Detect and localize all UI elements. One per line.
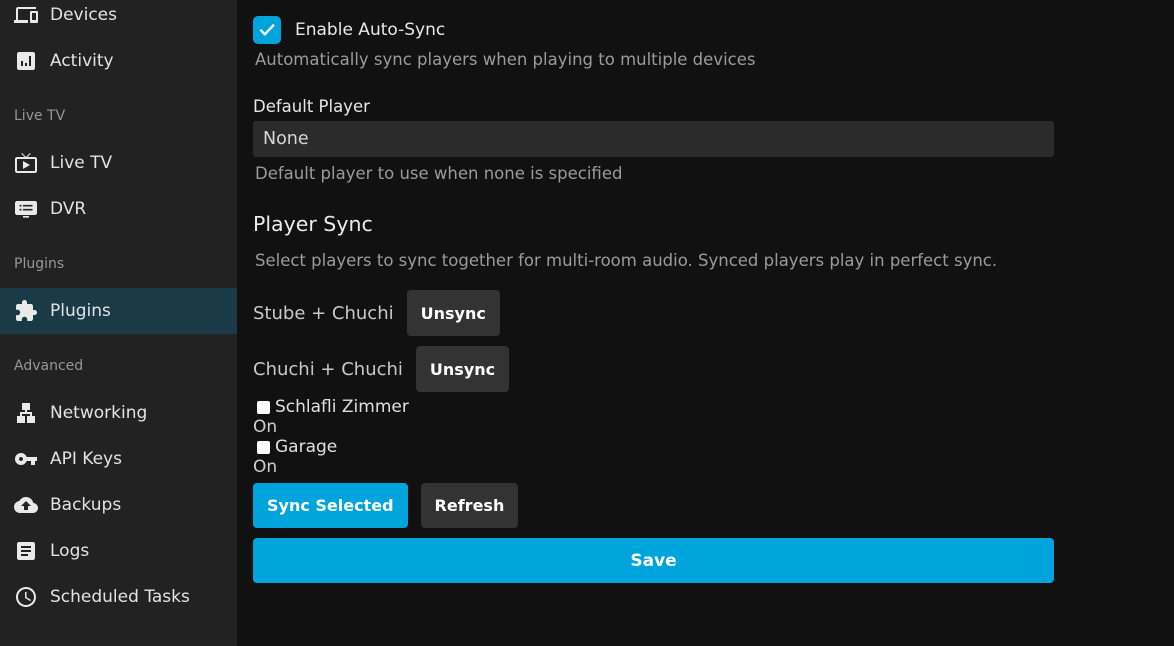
sidebar-item-plugins[interactable]: Plugins <box>0 288 237 334</box>
sidebar-item-label: Logs <box>50 541 89 561</box>
live-tv-icon <box>14 151 38 175</box>
player-checkbox-row[interactable]: Schlafli Zimmer <box>253 397 1054 417</box>
refresh-button[interactable]: Refresh <box>421 483 519 528</box>
sync-group-row: Chuchi + Chuchi Unsync <box>253 346 1054 392</box>
sidebar-section-header-plugins: Plugins <box>0 254 237 274</box>
key-icon <box>14 447 38 471</box>
sidebar-item-networking[interactable]: Networking <box>0 390 237 436</box>
sidebar-item-label: Networking <box>50 403 147 423</box>
sidebar-item-api-keys[interactable]: API Keys <box>0 436 237 482</box>
logs-icon <box>14 539 38 563</box>
clock-icon <box>14 585 38 609</box>
sync-group-name: Chuchi + Chuchi <box>253 359 403 380</box>
sidebar-item-dvr[interactable]: DVR <box>0 186 237 232</box>
sidebar-scroll: Devices Activity Live TV Live TV DVR Plu… <box>0 0 237 620</box>
sync-actions: Sync Selected Refresh <box>253 483 1054 528</box>
player-list: Schlafli Zimmer On Garage On <box>253 397 1054 477</box>
sidebar-item-label: Plugins <box>50 301 111 321</box>
plugins-icon <box>14 299 38 323</box>
dvr-icon <box>14 197 38 221</box>
sidebar-item-devices[interactable]: Devices <box>0 0 237 38</box>
checkmark-icon <box>256 19 278 41</box>
sidebar-section-header-live-tv: Live TV <box>0 106 237 126</box>
default-player-value: None <box>263 129 309 149</box>
auto-sync-label: Enable Auto-Sync <box>295 20 445 40</box>
sidebar-section-header-advanced: Advanced <box>0 356 237 376</box>
activity-icon <box>14 49 38 73</box>
sidebar-item-label: DVR <box>50 199 86 219</box>
sync-selected-button[interactable]: Sync Selected <box>253 483 408 528</box>
sync-group-name: Stube + Chuchi <box>253 303 394 324</box>
player-checkbox[interactable] <box>257 401 270 414</box>
plugin-settings-page: Devices Activity Live TV Live TV DVR Plu… <box>0 0 1174 646</box>
unsync-button[interactable]: Unsync <box>416 346 509 392</box>
sidebar-item-live-tv[interactable]: Live TV <box>0 140 237 186</box>
sidebar-item-label: Live TV <box>50 153 112 173</box>
networking-icon <box>14 401 38 425</box>
player-checkbox-row[interactable]: Garage <box>253 437 1054 457</box>
player-sync-description: Select players to sync together for mult… <box>253 251 1054 271</box>
default-player-description: Default player to use when none is speci… <box>253 164 1054 184</box>
sidebar-item-logs[interactable]: Logs <box>0 528 237 574</box>
unsync-button[interactable]: Unsync <box>407 290 500 336</box>
devices-icon <box>14 3 38 27</box>
sync-group-row: Stube + Chuchi Unsync <box>253 290 1054 336</box>
sidebar-item-activity[interactable]: Activity <box>0 38 237 84</box>
sidebar-item-label: Backups <box>50 495 121 515</box>
sidebar-item-label: Activity <box>50 51 114 71</box>
default-player-label: Default Player <box>253 97 1054 117</box>
player-sync-title: Player Sync <box>253 210 1054 238</box>
player-status: On <box>253 417 1054 437</box>
settings-content: Enable Auto-Sync Automatically sync play… <box>237 0 1174 646</box>
auto-sync-checkbox-row[interactable]: Enable Auto-Sync <box>253 16 1054 44</box>
auto-sync-checkbox[interactable] <box>253 16 281 44</box>
player-name: Schlafli Zimmer <box>275 397 409 417</box>
auto-sync-description: Automatically sync players when playing … <box>253 50 1054 70</box>
sidebar-item-label: Scheduled Tasks <box>50 587 190 607</box>
sidebar-item-backups[interactable]: Backups <box>0 482 237 528</box>
player-status: On <box>253 457 1054 477</box>
cloud-backup-icon <box>14 493 38 517</box>
sidebar-item-scheduled-tasks[interactable]: Scheduled Tasks <box>0 574 237 620</box>
sidebar: Devices Activity Live TV Live TV DVR Plu… <box>0 0 237 646</box>
save-button[interactable]: Save <box>253 538 1054 583</box>
player-checkbox[interactable] <box>257 441 270 454</box>
sidebar-item-label: API Keys <box>50 449 122 469</box>
sidebar-item-label: Devices <box>50 5 117 25</box>
default-player-select[interactable]: None <box>253 121 1054 157</box>
player-name: Garage <box>275 437 337 457</box>
